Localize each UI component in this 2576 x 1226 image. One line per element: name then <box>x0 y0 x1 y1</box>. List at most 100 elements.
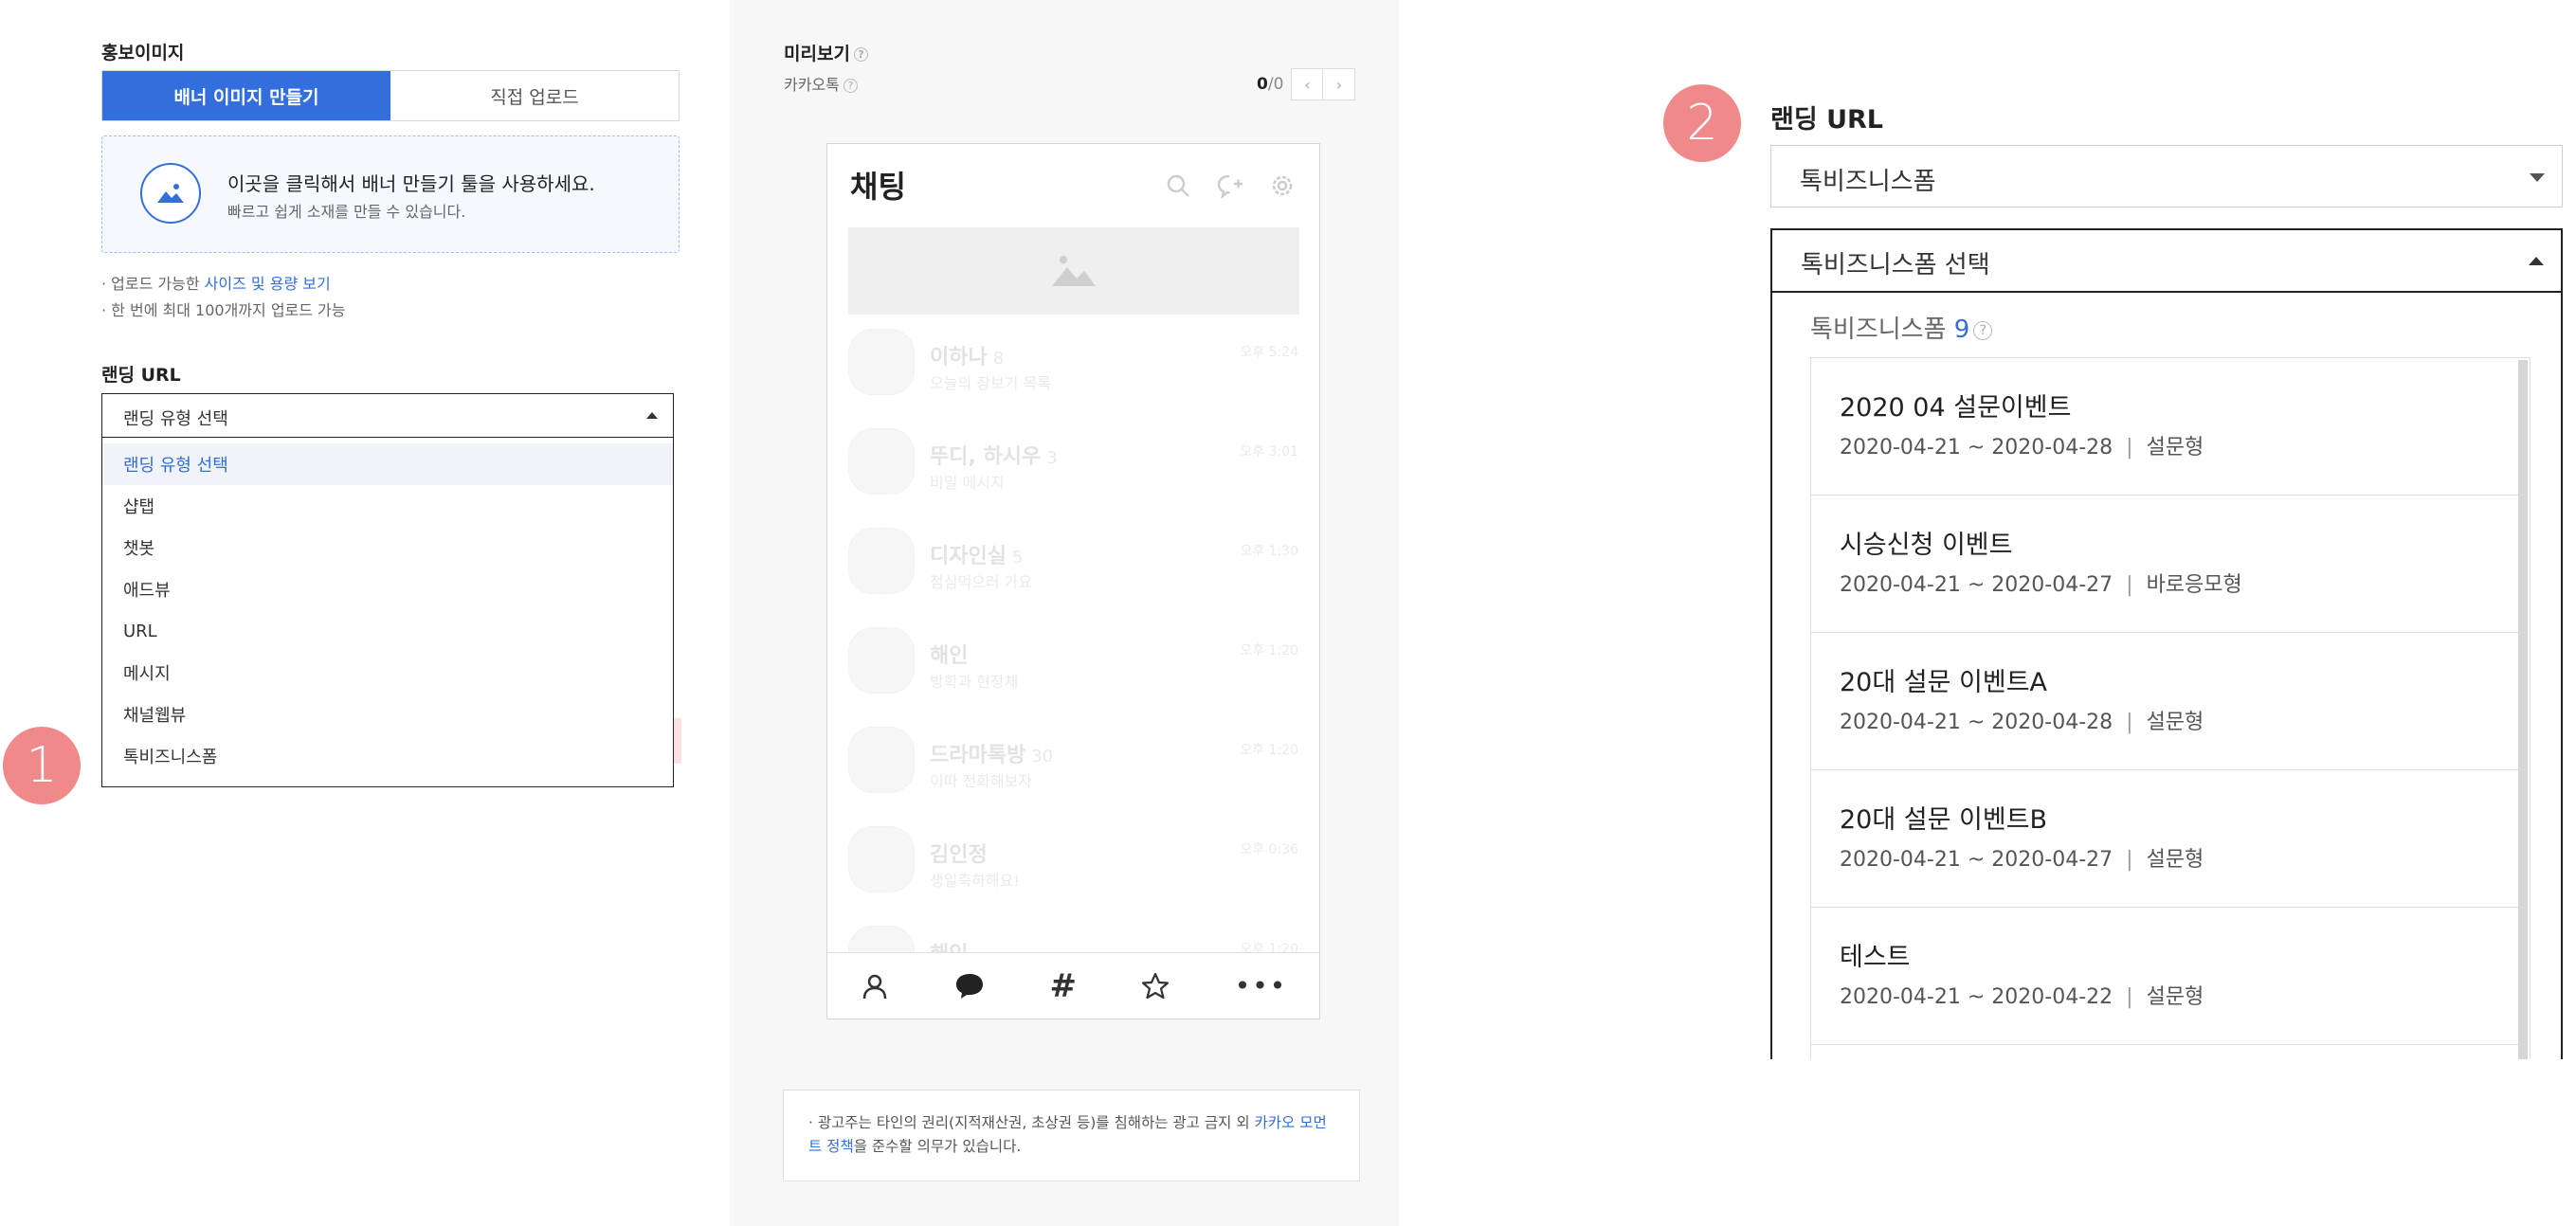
preview-pager: 0 /0 ‹ › <box>1257 68 1356 100</box>
prev-page-button[interactable]: ‹ <box>1291 68 1324 100</box>
caret-up-icon <box>646 412 658 419</box>
form-list-item[interactable]: 2020 04 설문이벤트 2020-04-21 ~ 2020-04-28 | 설문… <box>1811 358 2526 496</box>
landing-type-select[interactable]: 랜딩 유형 선택 <box>101 393 674 438</box>
chat-time: 오후 1:20 <box>1240 643 1298 658</box>
chat-name: 드라마톡방 <box>930 744 1026 767</box>
avatar <box>848 826 915 892</box>
landing-type-select-large[interactable]: 톡비즈니스폼 <box>1770 145 2563 207</box>
form-list-item[interactable]: 테스트 2020-04-21 ~ 2020-04-22 | 설문형 <box>1811 908 2526 1045</box>
friends-icon <box>862 974 886 999</box>
form-list-item[interactable]: 20대 설문 이벤트B 2020-04-21 ~ 2020-04-27 | 설문형 <box>1811 770 2526 908</box>
chat-message: 오늘의 장보기 목록 <box>930 374 1051 392</box>
landing-type-value-large: 톡비즈니스폼 <box>1800 168 1936 196</box>
chat-name: 디자인실 <box>930 545 1007 568</box>
chat-message: 이따 전화해보자 <box>930 772 1033 790</box>
separator: | <box>2126 436 2133 460</box>
form-dates: 2020-04-21 ~ 2020-04-22 <box>1840 985 2113 1009</box>
new-chat-icon <box>1217 174 1243 199</box>
form-type: 설문형 <box>2146 711 2204 734</box>
chat-row: 김인정 생일축하해요! 오후 0:36 <box>827 826 1319 926</box>
chat-time: 오후 3:01 <box>1240 444 1298 460</box>
chat-title: 채팅 <box>850 169 906 205</box>
form-title: 테스트 <box>1840 943 1911 972</box>
more-icon: ••• <box>1234 970 1288 1001</box>
hashtag-icon: # <box>1049 966 1077 1005</box>
avatar <box>848 528 915 594</box>
landing-type-dropdown: 랜딩 유형 선택 샵탭 챗봇 애드뷰 URL 메시지 채널웹뷰 톡비즈니스폼 <box>101 438 674 787</box>
form-dates: 2020-04-21 ~ 2020-04-28 <box>1840 711 2113 734</box>
image-icon <box>140 163 201 224</box>
chat-message: 방학과 현장체 <box>930 673 1019 691</box>
form-dates: 2020-04-21 ~ 2020-04-27 <box>1840 573 2113 597</box>
option-url[interactable]: URL <box>102 610 673 652</box>
chat-row: 디자인실 5 점심먹으러 가요 오후 1:30 <box>827 528 1319 627</box>
option-message[interactable]: 메시지 <box>102 652 673 694</box>
chat-time: 오후 1:30 <box>1240 544 1298 559</box>
help-icon[interactable]: ? <box>1973 320 1993 340</box>
chat-time: 오후 0:36 <box>1240 842 1298 857</box>
promo-image-label: 홍보이미지 <box>101 43 185 63</box>
size-guide-link[interactable]: 사이즈 및 용량 보기 <box>205 275 331 293</box>
notice-suffix: 을 준수할 의무가 있습니다. <box>853 1138 1022 1155</box>
help-icon[interactable]: ? <box>853 47 868 62</box>
option-landing-type-select[interactable]: 랜딩 유형 선택 <box>102 443 673 485</box>
form-title: 2020 04 설문이벤트 <box>1840 393 2072 423</box>
avatar <box>848 727 915 793</box>
chat-name: 김인정 <box>930 843 988 867</box>
avatar <box>848 926 915 954</box>
chat-message: 생일축하해요! <box>930 872 1020 890</box>
chat-row: 이하나 8 오늘의 장보기 목록 오후 5:24 <box>827 329 1319 428</box>
phone-preview: 채팅 이하나 8 오늘의 장보기 목록 오후 5:24 뚜디, 하시우 3 비밀 메… <box>826 143 1320 1019</box>
form-type: 설문형 <box>2146 985 2204 1009</box>
page-total: /0 <box>1267 75 1284 94</box>
chat-bubble-icon <box>956 973 984 999</box>
landing-url-label-large: 랜딩 URL <box>1770 105 1883 135</box>
avatar <box>848 428 915 495</box>
landing-type-value: 랜딩 유형 선택 <box>123 409 228 429</box>
caret-up-icon <box>2529 257 2544 265</box>
tab-banner-create[interactable]: 배너 이미지 만들기 <box>102 71 390 120</box>
form-list-item[interactable]: 시승신청 이벤트 2020-04-21 ~ 2020-04-27 | 바로응모형 <box>1811 496 2526 633</box>
chat-row: 드라마톡방 30 이따 전화해보자 오후 1:20 <box>827 727 1319 826</box>
talk-biz-form-select[interactable]: 톡비즈니스폼 선택 <box>1770 228 2563 293</box>
upload-note-prefix: · 업로드 가능한 <box>101 275 205 293</box>
chevron-left-icon: ‹ <box>1304 75 1311 94</box>
preview-sub: 카카오톡? <box>784 72 858 95</box>
search-icon <box>1167 174 1189 197</box>
option-talk-biz-form[interactable]: 톡비즈니스폼 <box>102 735 673 777</box>
separator: | <box>2126 848 2133 872</box>
separator: | <box>2126 711 2133 734</box>
upload-note-size: · 업로드 가능한 사이즈 및 용량 보기 <box>101 271 331 294</box>
option-shoptab[interactable]: 샵탭 <box>102 485 673 527</box>
option-channel-webview[interactable]: 채널웹뷰 <box>102 694 673 735</box>
chat-row: 뚜디, 하시우 3 비밀 메시지 오후 3:01 <box>827 428 1319 528</box>
form-list-item[interactable]: 20대 설문 이벤트A 2020-04-21 ~ 2020-04-28 | 설문형 <box>1811 633 2526 770</box>
banner-tool-dropzone[interactable]: 이곳을 클릭해서 배너 만들기 툴을 사용하세요. 빠르고 쉽게 소재를 만들 … <box>101 135 680 253</box>
dropzone-subtitle: 빠르고 쉽게 소재를 만들 수 있습니다. <box>227 203 466 221</box>
star-icon <box>1142 972 1170 999</box>
page-current: 0 <box>1257 75 1268 94</box>
notice-text: · 광고주는 타인의 권리(지적재산권, 초상권 등)를 침해하는 광고 금지 … <box>808 1114 1255 1131</box>
upload-note-limit: · 한 번에 최대 100개까지 업로드 가능 <box>101 301 346 319</box>
chat-row: 해인 오후 1:20 <box>827 926 1319 954</box>
chat-time: 오후 5:24 <box>1240 345 1298 360</box>
option-chatbot[interactable]: 챗봇 <box>102 527 673 568</box>
chat-name: 해인 <box>930 644 969 668</box>
tab-direct-upload[interactable]: 직접 업로드 <box>390 71 679 120</box>
step-badge-2: 2 <box>1663 84 1741 162</box>
form-title: 시승신청 이벤트 <box>1840 531 2013 560</box>
preview-sub-text: 카카오톡 <box>784 76 840 94</box>
gear-icon <box>1272 175 1293 196</box>
form-type: 설문형 <box>2146 436 2204 460</box>
next-page-button[interactable]: › <box>1323 68 1356 100</box>
form-list-count: 9 <box>1953 316 1970 344</box>
dropzone-title: 이곳을 클릭해서 배너 만들기 툴을 사용하세요. <box>227 172 595 195</box>
avatar <box>848 627 915 694</box>
option-adview[interactable]: 애드뷰 <box>102 568 673 610</box>
form-title: 20대 설문 이벤트B <box>1840 805 2048 835</box>
banner-placeholder <box>848 227 1299 315</box>
help-icon[interactable]: ? <box>843 79 858 93</box>
crop-mask <box>1763 1059 2576 1226</box>
form-type: 바로응모형 <box>2146 573 2242 597</box>
chat-count: 5 <box>1011 548 1024 568</box>
